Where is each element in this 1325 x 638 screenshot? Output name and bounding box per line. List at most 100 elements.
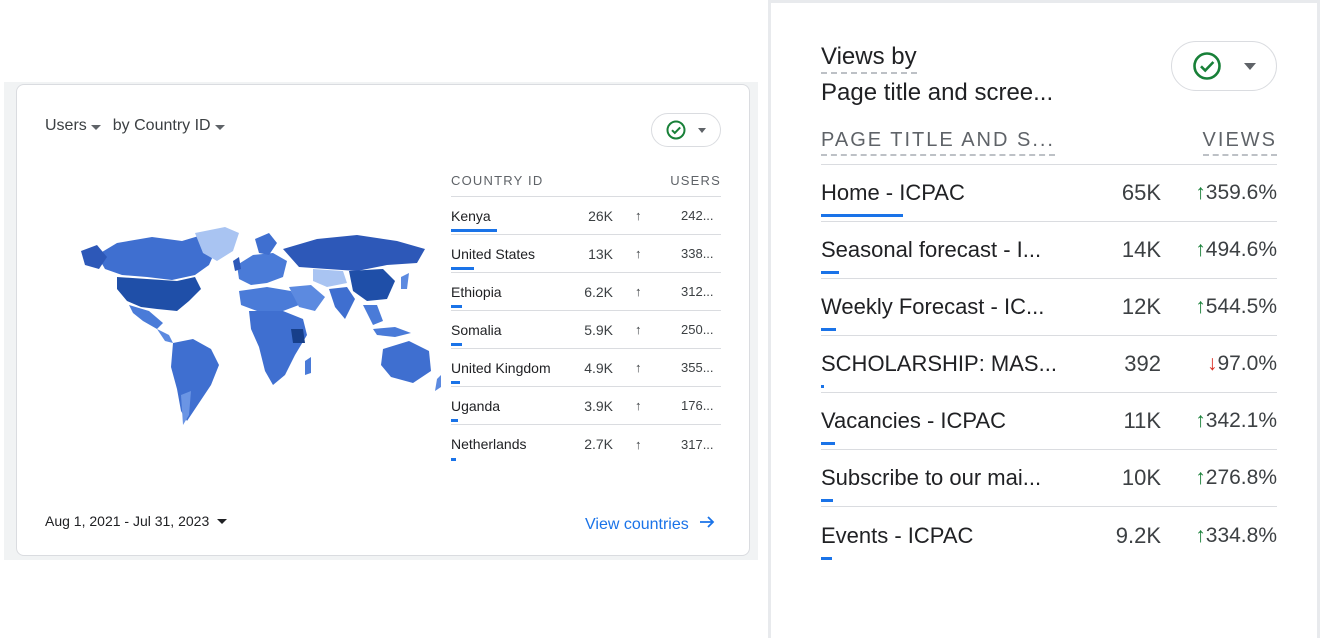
- page-views-table-header: PAGE TITLE AND S... VIEWS: [821, 121, 1277, 165]
- table-row[interactable]: Events - ICPAC 9.2K ↑334.8%: [821, 507, 1277, 564]
- views-value: 10K: [1121, 465, 1161, 490]
- arrow-up-icon: ↑: [1195, 295, 1206, 318]
- arrow-up-icon: ↑: [635, 322, 642, 337]
- share-bar: [821, 271, 840, 274]
- country-name: United Kingdom: [451, 359, 551, 376]
- page-title: Subscribe to our mai...: [821, 465, 1042, 490]
- views-by-page-card: Views by Page title and scree... PAGE TI…: [768, 0, 1320, 638]
- arrow-up-icon: ↑: [635, 246, 642, 261]
- arrow-up-icon: ↑: [1195, 466, 1206, 489]
- map-region-north-africa: [239, 287, 299, 311]
- users-value: 4.9K: [584, 359, 613, 376]
- users-value: 2.7K: [584, 436, 613, 452]
- chevron-down-icon: [1244, 62, 1256, 70]
- map-region-india: [329, 287, 355, 319]
- arrow-up-icon: ↑: [1195, 523, 1206, 547]
- views-delta: 359.6%: [1205, 181, 1277, 204]
- share-bar: [451, 381, 460, 384]
- users-delta: 242...: [681, 208, 714, 223]
- users-delta: 355...: [681, 360, 714, 375]
- users-delta: 176...: [681, 398, 714, 413]
- table-row[interactable]: Kenya 26K ↑ 242...: [451, 197, 721, 235]
- share-bar: [821, 328, 836, 331]
- col-header-page-title[interactable]: PAGE TITLE AND S...: [821, 129, 1055, 156]
- map-region-central-america: [157, 329, 173, 343]
- views-value: 12K: [1121, 294, 1161, 319]
- check-circle-icon: [1192, 51, 1222, 81]
- world-map: [81, 227, 441, 425]
- dimension-label: by Country ID: [112, 117, 211, 134]
- view-countries-link[interactable]: View countries: [585, 515, 715, 534]
- share-bar: [451, 419, 458, 422]
- table-row[interactable]: Vacancies - ICPAC 11K ↑342.1%: [821, 393, 1277, 450]
- map-region-central-asia: [313, 269, 347, 287]
- caret-down-icon: [90, 125, 101, 130]
- chevron-down-icon: [698, 127, 706, 133]
- table-row[interactable]: Somalia 5.9K ↑ 250...: [451, 311, 721, 349]
- users-value: 3.9K: [584, 397, 613, 414]
- arrow-up-icon: ↑: [635, 360, 642, 375]
- views-delta: 342.1%: [1205, 409, 1277, 432]
- table-row[interactable]: United Kingdom 4.9K ↑ 355...: [451, 349, 721, 387]
- card-header: Users by Country ID: [45, 117, 231, 135]
- table-row[interactable]: Subscribe to our mai... 10K ↑276.8%: [821, 450, 1277, 507]
- table-row[interactable]: Seasonal forecast - I... 14K ↑494.6%: [821, 222, 1277, 279]
- page-title: Home - ICPAC: [821, 180, 965, 205]
- caret-down-icon: [214, 125, 225, 130]
- map-region-kenya: [291, 329, 305, 343]
- card-title-line2[interactable]: Page title and scree...: [821, 79, 1053, 107]
- share-bar: [451, 458, 456, 461]
- views-delta: 97.0%: [1217, 352, 1277, 375]
- table-row[interactable]: Home - ICPAC 65K ↑359.6%: [821, 165, 1277, 222]
- map-region-new-zealand: [435, 375, 441, 391]
- table-row[interactable]: SCHOLARSHIP: MAS... 392 ↓97.0%: [821, 336, 1277, 393]
- share-bar: [821, 442, 835, 445]
- country-name: Ethiopia: [451, 283, 502, 300]
- country-table-header: COUNTRY ID USERS: [451, 165, 721, 197]
- arrow-up-icon: ↑: [635, 398, 642, 413]
- table-row[interactable]: Uganda 3.9K ↑ 176...: [451, 387, 721, 425]
- arrow-up-icon: ↑: [635, 436, 642, 452]
- dimension-selector[interactable]: by Country ID: [113, 117, 231, 135]
- views-value: 392: [1124, 351, 1161, 376]
- status-check-button[interactable]: [651, 113, 721, 147]
- map-region-indonesia: [373, 327, 411, 337]
- page-title: Events - ICPAC: [821, 522, 974, 548]
- arrow-up-icon: ↑: [635, 284, 642, 299]
- map-region-japan: [401, 273, 409, 289]
- map-region-china: [349, 269, 395, 301]
- col-header-users[interactable]: USERS: [670, 173, 721, 188]
- table-row[interactable]: Netherlands 2.7K ↑ 317...: [451, 425, 721, 463]
- country-name: United States: [451, 245, 536, 262]
- share-bar: [451, 343, 462, 346]
- share-bar: [821, 557, 833, 560]
- map-region-madagascar: [305, 357, 311, 375]
- users-delta: 312...: [681, 284, 714, 299]
- metric-selector[interactable]: Users: [45, 117, 107, 135]
- views-value: 11K: [1123, 408, 1161, 433]
- views-delta: 544.5%: [1205, 295, 1277, 318]
- page-title: Weekly Forecast - IC...: [821, 294, 1045, 319]
- map-region-europe: [237, 253, 287, 285]
- users-delta: 250...: [681, 322, 714, 337]
- users-delta: 338...: [681, 246, 714, 261]
- table-row[interactable]: Weekly Forecast - IC... 12K ↑544.5%: [821, 279, 1277, 336]
- country-name: Somalia: [451, 321, 502, 338]
- arrow-down-icon: ↓: [1206, 352, 1218, 375]
- country-table: COUNTRY ID USERS Kenya 26K ↑ 242... United S…: [451, 165, 721, 463]
- col-header-country[interactable]: COUNTRY ID: [451, 173, 543, 188]
- table-row[interactable]: Ethiopia 6.2K ↑ 312...: [451, 273, 721, 311]
- map-region-russia: [283, 235, 425, 271]
- views-delta: 494.6%: [1205, 238, 1277, 261]
- table-row[interactable]: United States 13K ↑ 338...: [451, 235, 721, 273]
- users-value: 5.9K: [584, 321, 613, 338]
- map-region-argentina: [181, 391, 191, 425]
- date-range-selector[interactable]: Aug 1, 2021 - Jul 31, 2023: [45, 513, 233, 529]
- status-check-button[interactable]: [1171, 41, 1277, 91]
- map-region-australia: [381, 341, 431, 383]
- arrow-up-icon: ↑: [1195, 181, 1206, 204]
- country-name: Netherlands: [451, 436, 527, 452]
- col-header-views[interactable]: VIEWS: [1202, 129, 1277, 156]
- map-region-south-america: [171, 339, 219, 421]
- card-title-line1[interactable]: Views by: [821, 43, 917, 74]
